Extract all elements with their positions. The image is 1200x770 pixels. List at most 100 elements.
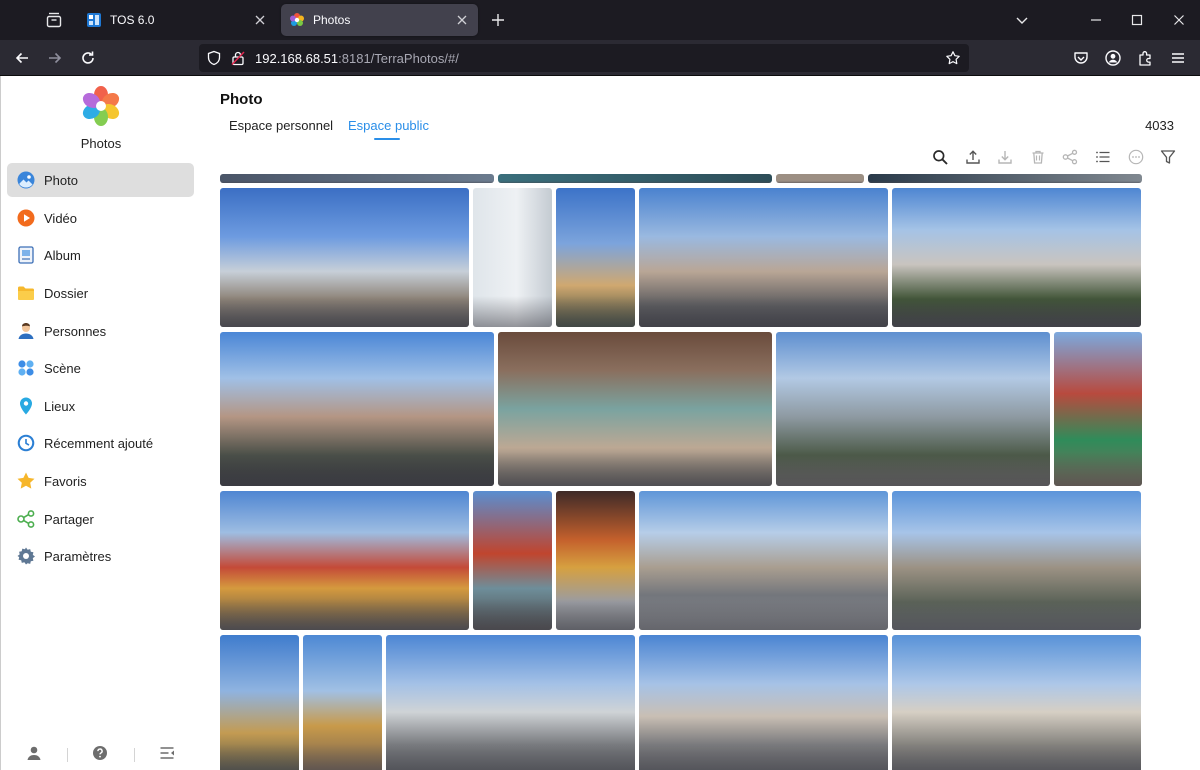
photo-thumbnail[interactable] — [556, 491, 635, 630]
filter-icon[interactable] — [1160, 149, 1176, 165]
close-tab-icon[interactable] — [252, 12, 268, 28]
new-tab-icon[interactable] — [488, 10, 508, 30]
bookmark-star-icon[interactable] — [945, 50, 961, 66]
download-icon[interactable] — [997, 149, 1013, 165]
photo-thumbnail[interactable] — [776, 332, 1050, 486]
trash-icon[interactable] — [1030, 149, 1046, 165]
photo-thumbnail[interactable] — [220, 491, 469, 630]
sidebar-item-label: Lieux — [44, 398, 76, 414]
sidebar-item-label: Paramètres — [44, 548, 112, 564]
photo-count: 4033 — [1145, 118, 1174, 133]
sidebar-item-label: Scène — [44, 360, 81, 376]
photo-thumbnail[interactable] — [556, 188, 635, 327]
browser-nav-bar: 192.168.68.51:8181/TerraPhotos/#/ — [0, 40, 1200, 76]
browser-tab-tos[interactable]: TOS 6.0 — [78, 4, 276, 36]
main-content: Photo Espace personnel Espace public 403… — [220, 76, 1200, 770]
sidebar-item-scene[interactable]: Scène — [7, 351, 194, 385]
tab-title: TOS 6.0 — [110, 13, 155, 27]
clock-icon — [17, 434, 35, 452]
photo-thumbnail[interactable] — [303, 635, 382, 770]
photo-thumbnail[interactable] — [776, 174, 864, 183]
sidebar-item-settings[interactable]: Paramètres — [7, 539, 194, 573]
photo-thumbnail[interactable] — [220, 188, 469, 327]
user-icon[interactable] — [26, 745, 42, 761]
video-icon — [17, 209, 35, 227]
collapse-menu-icon[interactable] — [159, 745, 175, 761]
sidebar-item-persons[interactable]: Personnes — [7, 314, 194, 348]
browser-tab-photos[interactable]: Photos — [281, 4, 478, 36]
sidebar-item-photo[interactable]: Photo — [7, 163, 194, 197]
maximize-icon[interactable] — [1127, 10, 1147, 30]
photo-thumbnail[interactable] — [498, 174, 772, 183]
photo-thumbnail[interactable] — [892, 635, 1141, 770]
back-arrow-icon[interactable] — [12, 48, 32, 68]
share-icon — [17, 510, 35, 528]
sidebar-item-folder[interactable]: Dossier — [7, 276, 194, 310]
close-tab-icon[interactable] — [454, 12, 470, 28]
photo-thumbnail[interactable] — [498, 332, 772, 486]
folder-icon — [18, 286, 34, 300]
sidebar-item-label: Récemment ajouté — [44, 435, 154, 451]
photo-thumbnail[interactable] — [639, 188, 888, 327]
photo-thumbnail[interactable] — [639, 635, 888, 770]
sidebar-item-favorites[interactable]: Favoris — [7, 464, 194, 498]
sidebar-item-label: Personnes — [44, 323, 107, 339]
tab-personal-space[interactable]: Espace personnel — [229, 118, 333, 133]
url-path: :8181/TerraPhotos/#/ — [338, 51, 459, 66]
sidebar-item-label: Partager — [44, 511, 94, 527]
search-icon[interactable] — [932, 149, 948, 165]
reload-icon[interactable] — [78, 48, 98, 68]
photo-grid — [220, 174, 1142, 770]
sidebar-footer — [1, 736, 201, 770]
photo-thumbnail[interactable] — [892, 188, 1141, 327]
hamburger-menu-icon[interactable] — [1168, 48, 1188, 68]
album-icon — [18, 246, 34, 264]
tab-list-icon[interactable] — [44, 10, 64, 30]
footer-divider — [67, 748, 68, 762]
forward-arrow-icon[interactable] — [45, 48, 65, 68]
sidebar-item-places[interactable]: Lieux — [7, 389, 194, 423]
sidebar-item-album[interactable]: Album — [7, 238, 194, 272]
sidebar-item-label: Dossier — [44, 285, 89, 301]
sidebar-item-video[interactable]: Vidéo — [7, 201, 194, 235]
account-icon[interactable] — [1103, 48, 1123, 68]
photos-favicon-icon — [290, 13, 304, 26]
photo-thumbnail[interactable] — [473, 491, 552, 630]
photo-thumbnail[interactable] — [473, 188, 552, 327]
star-icon — [17, 472, 35, 489]
tab-title: Photos — [313, 13, 351, 27]
tracking-protection-shield-icon[interactable] — [206, 50, 222, 66]
minimize-icon[interactable] — [1086, 10, 1106, 30]
photo-thumbnail[interactable] — [639, 491, 888, 630]
photo-thumbnail[interactable] — [386, 635, 635, 770]
tos-favicon-icon — [87, 13, 101, 27]
sidebar-item-share[interactable]: Partager — [7, 502, 194, 536]
photo-thumbnail[interactable] — [868, 174, 1142, 183]
list-all-tabs-chevron-icon[interactable] — [1012, 10, 1032, 30]
help-icon[interactable] — [92, 745, 108, 761]
url-host: 192.168.68.51 — [255, 51, 339, 66]
photo-thumbnail[interactable] — [220, 635, 299, 770]
footer-divider — [134, 748, 135, 762]
photo-thumbnail[interactable] — [1054, 332, 1142, 486]
insecure-lock-icon[interactable] — [230, 50, 246, 66]
browser-tab-bar: TOS 6.0 Photos — [0, 0, 1200, 40]
photo-thumbnail[interactable] — [220, 174, 494, 183]
photo-thumbnail[interactable] — [892, 491, 1141, 630]
sidebar-item-recently-added[interactable]: Récemment ajouté — [7, 426, 194, 460]
tab-public-space[interactable]: Espace public — [348, 118, 429, 133]
upload-icon[interactable] — [965, 149, 981, 165]
share-icon[interactable] — [1062, 149, 1078, 165]
pocket-icon[interactable] — [1071, 48, 1091, 68]
close-window-icon[interactable] — [1169, 10, 1189, 30]
address-bar[interactable]: 192.168.68.51:8181/TerraPhotos/#/ — [199, 44, 969, 72]
app-name: Photos — [80, 136, 122, 151]
photo-thumbnail[interactable] — [220, 332, 494, 486]
photos-app: Photos Photo Vidéo Album Dossier Personn… — [0, 76, 1200, 770]
gear-icon — [17, 547, 35, 565]
extensions-icon[interactable] — [1136, 48, 1156, 68]
list-view-icon[interactable] — [1095, 149, 1111, 165]
scene-icon — [18, 360, 34, 376]
person-icon — [18, 323, 34, 339]
more-icon[interactable] — [1128, 149, 1144, 165]
